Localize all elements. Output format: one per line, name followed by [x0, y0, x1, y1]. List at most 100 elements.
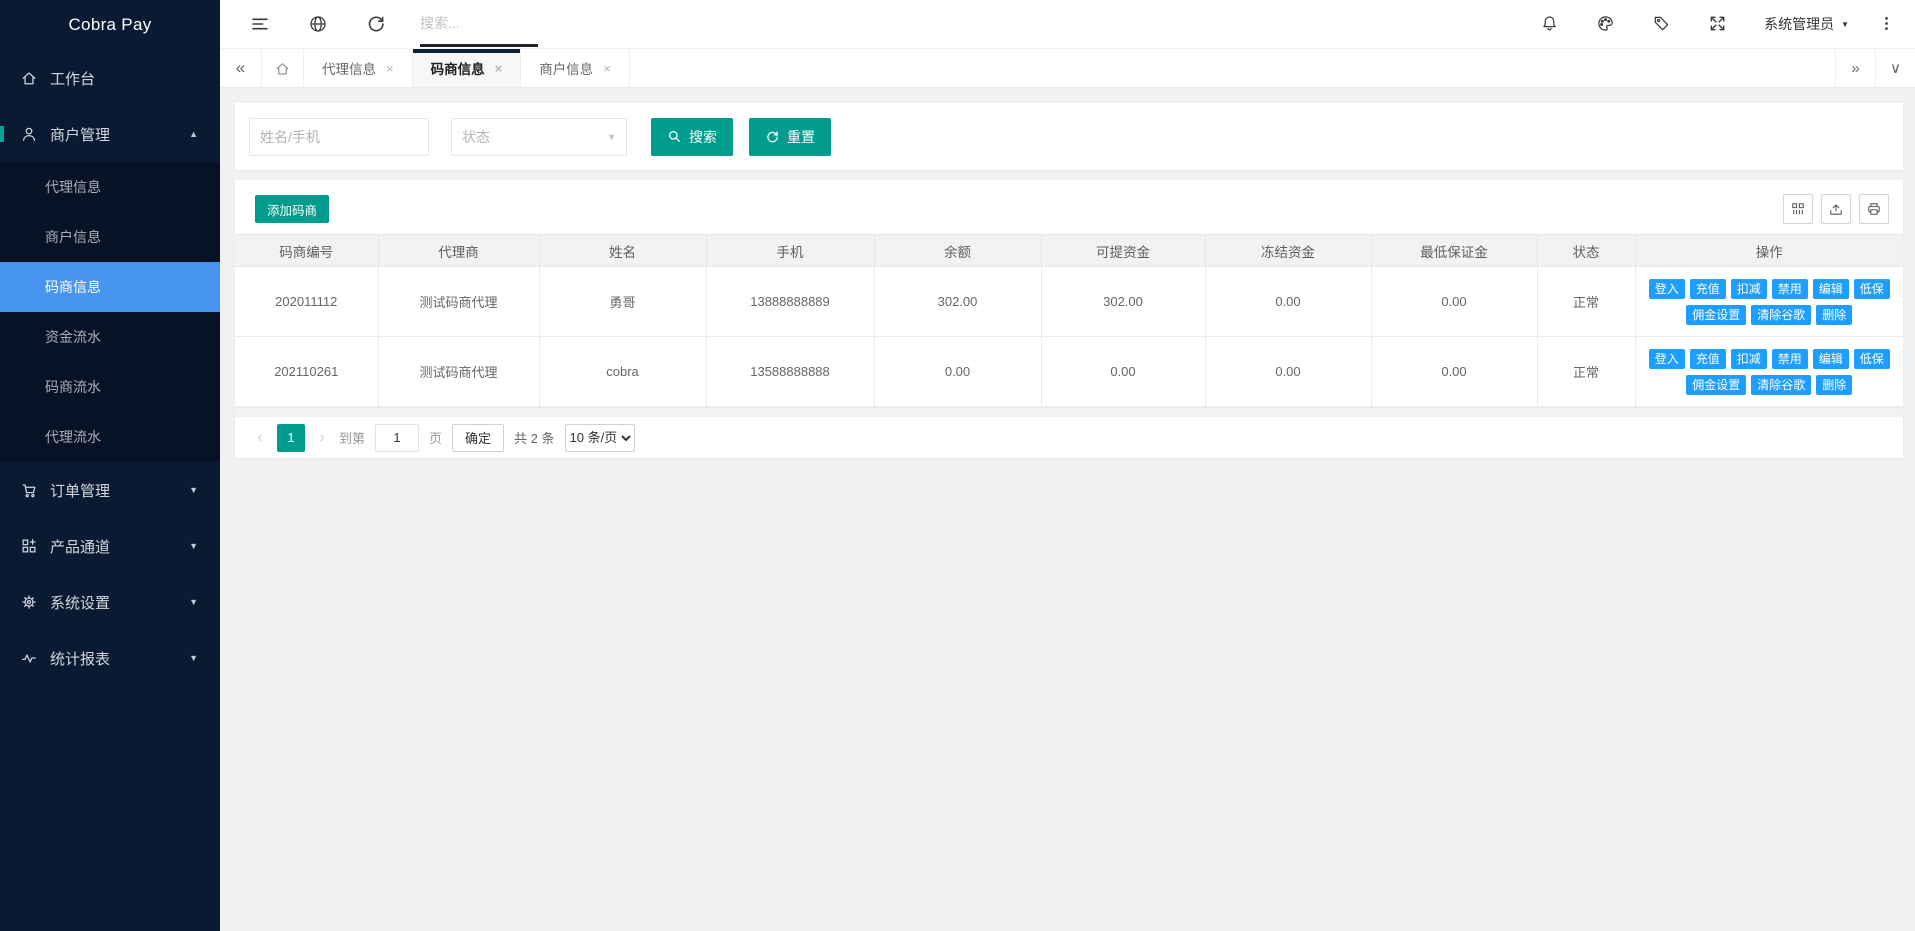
recharge-button[interactable]: 充值 [1690, 349, 1726, 369]
goto-page-input[interactable] [375, 424, 419, 452]
tag-icon[interactable] [1652, 14, 1672, 34]
next-page-button[interactable]: › [315, 429, 329, 447]
tabs-scroll-left-button[interactable]: « [220, 49, 262, 87]
table-row: 202110261 测试码商代理 cobra 13588888888 0.00 … [235, 337, 1903, 407]
sidebar-item-code-merchant-flow[interactable]: 码商流水 [0, 362, 220, 412]
col-header[interactable]: 可提资金 [1041, 235, 1205, 267]
col-header[interactable]: 手机 [706, 235, 874, 267]
edit-button[interactable]: 编辑 [1813, 349, 1849, 369]
reset-icon [765, 129, 780, 144]
tab-code-merchant-info[interactable]: 码商信息 × [413, 49, 522, 87]
fullscreen-icon[interactable] [1708, 14, 1728, 34]
data-table: 码商编号 代理商 姓名 手机 余额 可提资金 冻结资金 最低保证金 状态 操作 [235, 234, 1903, 407]
table-scroll-strip[interactable] [235, 407, 1903, 417]
close-icon[interactable]: × [495, 61, 503, 76]
cell-frozen: 0.00 [1205, 337, 1371, 407]
globe-icon[interactable] [308, 14, 328, 34]
tab-home[interactable] [262, 49, 304, 87]
caret-down-icon: ▼ [189, 485, 198, 495]
col-header[interactable]: 姓名 [539, 235, 706, 267]
table-header-row: 码商编号 代理商 姓名 手机 余额 可提资金 冻结资金 最低保证金 状态 操作 [235, 235, 1903, 267]
sidebar-item-workbench[interactable]: 工作台 [0, 50, 220, 106]
collapse-menu-icon[interactable] [250, 14, 270, 34]
recharge-button[interactable]: 充值 [1690, 279, 1726, 299]
col-header[interactable]: 代理商 [378, 235, 539, 267]
deduct-button[interactable]: 扣减 [1731, 279, 1767, 299]
status-select[interactable]: 状态 ▼ [451, 118, 627, 156]
print-button[interactable] [1859, 194, 1889, 224]
delete-button[interactable]: 删除 [1816, 305, 1852, 325]
disable-button[interactable]: 禁用 [1772, 349, 1808, 369]
name-phone-input[interactable] [249, 118, 429, 156]
sidebar-item-label: 商户管理 [50, 124, 110, 145]
theme-palette-icon[interactable] [1596, 14, 1616, 34]
clear-google-button[interactable]: 清除谷歌 [1751, 305, 1811, 325]
cell-min-deposit: 0.00 [1371, 267, 1537, 337]
col-header[interactable]: 码商编号 [235, 235, 378, 267]
col-header[interactable]: 余额 [874, 235, 1041, 267]
commission-settings-button[interactable]: 佣金设置 [1686, 305, 1746, 325]
clear-google-button[interactable]: 清除谷歌 [1751, 375, 1811, 395]
total-count-label: 共 2 条 [514, 428, 554, 447]
close-icon[interactable]: × [386, 61, 394, 76]
sidebar-item-statistics[interactable]: 统计报表 ▼ [0, 630, 220, 686]
more-options-icon[interactable] [1877, 14, 1897, 34]
col-header[interactable]: 操作 [1635, 235, 1903, 267]
sidebar-item-system-settings[interactable]: 系统设置 ▼ [0, 574, 220, 630]
table-row: 202011112 测试码商代理 勇哥 13888888889 302.00 3… [235, 267, 1903, 337]
col-header[interactable]: 冻结资金 [1205, 235, 1371, 267]
sidebar-item-merchant-mgmt[interactable]: 商户管理 ▲ [0, 106, 220, 162]
col-header[interactable]: 最低保证金 [1371, 235, 1537, 267]
sidebar-item-merchant-info[interactable]: 商户信息 [0, 212, 220, 262]
sidebar-item-label: 统计报表 [50, 648, 110, 669]
sidebar-item-fund-flow[interactable]: 资金流水 [0, 312, 220, 362]
delete-button[interactable]: 删除 [1816, 375, 1852, 395]
notification-bell-icon[interactable] [1540, 14, 1560, 34]
status-select-label: 状态 [462, 127, 490, 147]
sidebar-item-order-mgmt[interactable]: 订单管理 ▼ [0, 462, 220, 518]
refresh-icon[interactable] [366, 14, 386, 34]
tab-agent-info[interactable]: 代理信息 × [304, 49, 413, 87]
edit-button[interactable]: 编辑 [1813, 279, 1849, 299]
login-button[interactable]: 登入 [1649, 279, 1685, 299]
close-icon[interactable]: × [603, 61, 611, 76]
pagination-bar: ‹ 1 › 到第 页 确定 共 2 条 10 条/页 [235, 417, 1903, 458]
sidebar-item-agent-info[interactable]: 代理信息 [0, 162, 220, 212]
search-button[interactable]: 搜索 [651, 118, 733, 156]
submenu-label: 码商信息 [45, 277, 101, 297]
login-button[interactable]: 登入 [1649, 349, 1685, 369]
tabs-menu-button[interactable]: ∨ [1875, 49, 1915, 87]
confirm-page-button[interactable]: 确定 [452, 424, 504, 452]
per-page-select[interactable]: 10 条/页 [565, 424, 635, 452]
disable-button[interactable]: 禁用 [1772, 279, 1808, 299]
home-icon [20, 69, 38, 87]
table-toolbar: 添加码商 [235, 180, 1903, 234]
header-right: 系统管理员 ▼ [1540, 14, 1915, 34]
sidebar-item-product-channel[interactable]: 产品通道 ▼ [0, 518, 220, 574]
sidebar-item-code-merchant-info[interactable]: 码商信息 [0, 262, 220, 312]
min-guarantee-button[interactable]: 低保 [1854, 279, 1890, 299]
user-icon [20, 125, 38, 143]
expand-glyph: » [1851, 60, 1859, 77]
search-icon [667, 129, 682, 144]
current-page-button[interactable]: 1 [277, 424, 305, 452]
tabs-scroll-right-button[interactable]: » [1835, 49, 1875, 87]
min-guarantee-button[interactable]: 低保 [1854, 349, 1890, 369]
reset-button[interactable]: 重置 [749, 118, 831, 156]
chevron-down-icon: ∨ [1890, 59, 1901, 77]
prev-page-button[interactable]: ‹ [253, 429, 267, 447]
deduct-button[interactable]: 扣减 [1731, 349, 1767, 369]
tab-merchant-info[interactable]: 商户信息 × [521, 49, 630, 87]
sidebar-item-agent-flow[interactable]: 代理流水 [0, 412, 220, 462]
commission-settings-button[interactable]: 佣金设置 [1686, 375, 1746, 395]
cell-merchant-id: 202110261 [235, 337, 378, 407]
add-code-merchant-button[interactable]: 添加码商 [255, 195, 329, 223]
col-header[interactable]: 状态 [1537, 235, 1635, 267]
columns-filter-button[interactable] [1783, 194, 1813, 224]
cell-withdrawable: 302.00 [1041, 267, 1205, 337]
caret-down-icon: ▼ [189, 541, 198, 551]
user-menu[interactable]: 系统管理员 ▼ [1764, 14, 1849, 34]
cell-actions: 登入 充值 扣减 禁用 编辑 低保 佣金设置 清除谷歌 删除 [1635, 337, 1903, 407]
export-button[interactable] [1821, 194, 1851, 224]
header-search-input[interactable] [420, 1, 538, 47]
